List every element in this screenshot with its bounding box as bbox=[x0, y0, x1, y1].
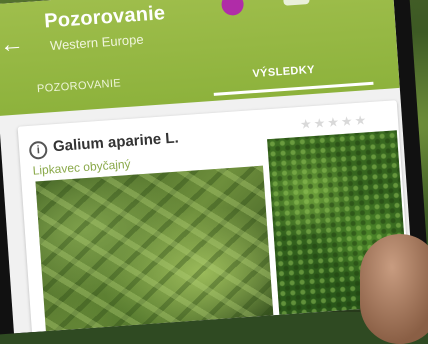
result-card[interactable]: i Galium aparine L. Lipkavec obyčajný ★★… bbox=[17, 100, 412, 334]
app-bar: ← Pozorovanie Western Europe POZOROVANIE… bbox=[0, 0, 400, 116]
active-tab-indicator bbox=[213, 81, 374, 96]
toolbar-icon[interactable] bbox=[282, 0, 310, 6]
page-title: Pozorovanie bbox=[43, 2, 166, 33]
finger bbox=[360, 234, 428, 344]
species-photo-main[interactable] bbox=[35, 165, 275, 334]
tab-results[interactable]: VÝSLEDKY bbox=[252, 64, 315, 80]
region-subtitle: Western Europe bbox=[49, 31, 145, 54]
species-name: Galium aparine L. bbox=[52, 129, 180, 156]
tab-observation[interactable]: POZOROVANIE bbox=[37, 77, 122, 95]
rating-star-icon: ★★★★★ bbox=[299, 112, 369, 132]
overlay-icon bbox=[220, 0, 245, 17]
app-screen: ← Pozorovanie Western Europe POZOROVANIE… bbox=[0, 0, 416, 334]
arrow-left-icon[interactable]: ← bbox=[0, 30, 25, 59]
info-icon[interactable]: i bbox=[28, 140, 48, 160]
common-name: Lipkavec obyčajný bbox=[32, 156, 132, 178]
